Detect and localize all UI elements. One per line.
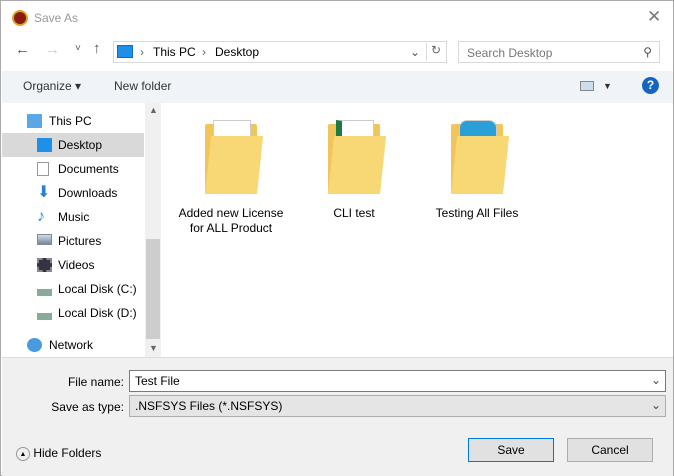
videos-icon (37, 258, 52, 272)
file-name-label: File name: (67, 375, 124, 389)
sidebar-item-documents[interactable]: Documents (2, 157, 144, 181)
folder-icon (451, 116, 510, 194)
refresh-icon[interactable]: ↻ (426, 43, 441, 61)
save-type-label: Save as type: (51, 400, 124, 414)
search-input[interactable]: Search Desktop ⚲ (458, 41, 660, 63)
save-type-value: .NSFSYS Files (*.NSFSYS) (135, 399, 283, 413)
search-placeholder: Search Desktop (467, 46, 553, 60)
hide-folders-button[interactable]: ▲ Hide Folders (16, 446, 101, 461)
cancel-button[interactable]: Cancel (567, 438, 653, 462)
sidebar-item-local-disk-c[interactable]: Local Disk (C:) (2, 277, 144, 301)
computer-icon (27, 114, 42, 128)
search-icon[interactable]: ⚲ (643, 45, 652, 59)
file-name-value: Test File (135, 374, 180, 388)
breadcrumb-desktop[interactable]: Desktop (215, 45, 259, 59)
chevron-down-icon[interactable]: ⌄ (410, 45, 420, 59)
desktop-icon (37, 138, 52, 152)
folder-icon (205, 116, 264, 194)
file-name: Testing All Files (435, 206, 519, 220)
file-name: Added new License for ALL Product (178, 206, 284, 235)
sidebar-item-music[interactable]: ♪ Music (2, 205, 144, 229)
organize-button[interactable]: Organize ▾ (23, 79, 81, 93)
toolbar: Organize ▾ New folder ▼ ? (2, 71, 673, 103)
title-bar: Save As ✕ (1, 1, 673, 35)
sidebar-item-desktop[interactable]: Desktop (2, 133, 144, 157)
drive-icon (37, 282, 52, 296)
desktop-icon (117, 45, 133, 58)
forward-icon[interactable]: → (45, 41, 60, 58)
save-as-dialog: Save As ✕ ← → ˅ ↑ › This PC › Desktop ⌄ … (0, 0, 674, 476)
save-button[interactable]: Save (468, 438, 554, 462)
downloads-icon: ⬇ (37, 184, 51, 201)
breadcrumb-this-pc[interactable]: This PC (153, 45, 196, 59)
pictures-icon (37, 234, 52, 245)
new-folder-button[interactable]: New folder (114, 79, 171, 93)
save-type-select[interactable]: .NSFSYS Files (*.NSFSYS) ⌄ (129, 395, 666, 417)
chevron-up-icon: ▲ (16, 446, 30, 461)
music-icon: ♪ (37, 208, 45, 225)
file-name: CLI test (333, 206, 375, 220)
chevron-down-icon[interactable]: ⌄ (651, 398, 661, 412)
app-logo-icon (12, 10, 28, 26)
recent-chevron-icon[interactable]: ˅ (75, 43, 81, 54)
sidebar-item-downloads[interactable]: ⬇ Downloads (2, 181, 144, 205)
hide-folders-label: Hide Folders (33, 446, 102, 460)
file-item[interactable]: Added new License for ALL Product (176, 116, 286, 236)
bottom-panel: File name: Test File ⌄ Save as type: .NSF… (2, 357, 673, 476)
chevron-down-icon[interactable]: ⌄ (651, 373, 661, 387)
view-icon[interactable] (580, 81, 594, 91)
address-bar[interactable]: › This PC › Desktop ⌄ ↻ (113, 41, 447, 63)
documents-icon (37, 162, 49, 176)
sidebar-scrollbar[interactable]: ▲ ▼ (145, 103, 161, 357)
view-dropdown-icon[interactable]: ▼ (603, 81, 612, 91)
back-icon[interactable]: ← (15, 41, 30, 58)
folder-icon (328, 116, 387, 194)
sidebar-item-network[interactable]: Network (2, 333, 144, 357)
sidebar-item-this-pc[interactable]: This PC (2, 109, 144, 133)
file-name-input[interactable]: Test File ⌄ (129, 370, 666, 392)
navigation-pane: This PC Desktop Documents ⬇ Downloads ♪ Mu… (2, 103, 161, 357)
drive-icon (37, 306, 52, 320)
sidebar-item-local-disk-d[interactable]: Local Disk (D:) (2, 301, 144, 325)
scrollbar-thumb[interactable] (146, 239, 160, 339)
up-icon[interactable]: ↑ (93, 40, 101, 57)
file-item[interactable]: CLI test (299, 116, 409, 221)
sidebar-item-videos[interactable]: Videos (2, 253, 144, 277)
scroll-down-icon[interactable]: ▼ (149, 343, 158, 353)
sidebar-item-pictures[interactable]: Pictures (2, 229, 144, 253)
window-title: Save As (34, 11, 79, 25)
help-icon[interactable]: ? (642, 77, 659, 94)
network-icon (27, 338, 42, 352)
close-icon[interactable]: ✕ (647, 7, 661, 27)
file-item[interactable]: Testing All Files (422, 116, 532, 221)
scroll-up-icon[interactable]: ▲ (149, 105, 158, 115)
